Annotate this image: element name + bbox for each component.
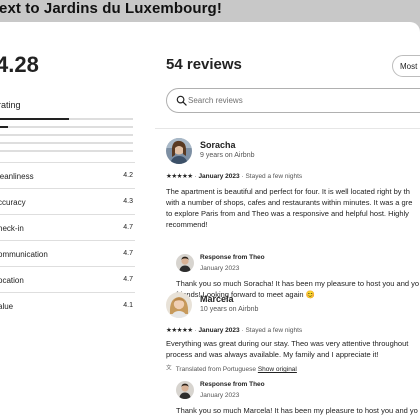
review-meta: ★★★★★ · January 2023 · Stayed a few nigh… (166, 326, 302, 334)
star-rating-icon: ★★★★★ (166, 173, 193, 180)
rating-bar-1 (0, 150, 133, 152)
meta-separator: · (241, 173, 244, 180)
meta-separator: · (194, 173, 197, 180)
reviewer-name: Soracha (200, 140, 236, 150)
response-text-line: Thank you so much Soracha! It has been m… (176, 279, 420, 288)
review-text-line: with a number of shops, cafes and restau… (166, 198, 413, 207)
category-location: ocation 4.7 (0, 266, 135, 293)
meta-separator: · (241, 327, 244, 334)
review-text: The apartment is beautiful and perfect f… (166, 186, 420, 230)
rating-bar-fill (0, 118, 70, 120)
sort-dropdown-button[interactable]: Most re (392, 55, 420, 77)
review-text-line: recommend! (166, 220, 208, 229)
search-reviews-input[interactable]: Search reviews (166, 88, 420, 113)
category-accuracy: ccuracy 4.3 (0, 188, 135, 215)
reviewer-name: Marcela (200, 294, 234, 304)
category-label: ommunication (0, 250, 48, 259)
category-label: leanliness (0, 172, 34, 181)
reviews-count-heading: 54 reviews (166, 56, 242, 73)
reviewer-tenure: 10 years on Airbnb (200, 306, 259, 313)
reviewer-tenure: 9 years on Airbnb (200, 152, 255, 159)
rating-bar-2 (0, 142, 133, 144)
review-text: Everything was great during our stay. Th… (166, 338, 420, 360)
stay-length: Stayed a few nights (245, 173, 303, 180)
reviews-modal: 4.28 rating leanliness 4.2 ccuracy 4.3 h… (0, 22, 420, 420)
svg-text:文: 文 (166, 364, 172, 372)
review-date: January 2023 (198, 327, 240, 334)
reviewer-avatar[interactable] (166, 138, 192, 164)
category-check-in: heck-in 4.7 (0, 214, 135, 241)
review-text-line: The apartment is beautiful and perfect f… (166, 187, 410, 196)
header-divider (155, 128, 420, 129)
reviewer-avatar[interactable] (166, 292, 192, 318)
review-date: January 2023 (198, 173, 240, 180)
category-value: alue 4.1 (0, 292, 135, 319)
stay-length: Stayed a few nights (245, 327, 303, 334)
rating-bar-fill (0, 126, 8, 128)
review-meta: ★★★★★ · January 2023 · Stayed a few nigh… (166, 172, 302, 180)
overall-rating-label: rating (0, 100, 21, 110)
response-text-line: Thank you so much Marcela! It has been m… (176, 406, 418, 415)
translate-icon: 文 (166, 364, 172, 372)
star-rating-icon: ★★★★★ (166, 327, 193, 334)
category-value: 4.7 (123, 276, 133, 283)
review-text-line: Everything was great during our stay. Th… (166, 339, 409, 348)
category-label: ocation (0, 276, 24, 285)
rating-bar-4 (0, 126, 133, 128)
category-label: heck-in (0, 224, 24, 233)
review-text-line: process and was always available. My fam… (166, 350, 379, 359)
review-item: Marcela 10 years on Airbnb ★★★★★ · Janua… (166, 292, 420, 420)
category-communication: ommunication 4.7 (0, 240, 135, 267)
category-value: 4.1 (123, 302, 133, 309)
category-label: ccuracy (0, 198, 26, 207)
search-placeholder: Search reviews (188, 96, 243, 105)
listing-title: ext to Jardins du Luxembourg! (0, 0, 222, 17)
response-date: January 2023 (200, 265, 240, 272)
show-original-link[interactable]: Show original (258, 366, 297, 373)
category-cleanliness: leanliness 4.2 (0, 162, 135, 189)
translation-note: 文 Translated from Portuguese Show origin… (166, 364, 297, 373)
host-avatar[interactable] (176, 254, 194, 272)
response-date: January 2023 (200, 392, 240, 399)
review-text-line: to explore Paris from and Theo was a res… (166, 209, 409, 218)
host-avatar[interactable] (176, 381, 194, 399)
response-title: Response from Theo (200, 254, 265, 261)
category-value: 4.7 (123, 224, 133, 231)
response-text: Thank you so much Marcela! It has been m… (176, 405, 418, 416)
translated-from-label: Translated from Portuguese (175, 366, 257, 373)
response-title: Response from Theo (200, 381, 265, 388)
category-value: 4.2 (123, 172, 133, 179)
category-value: 4.7 (123, 250, 133, 257)
meta-separator: · (194, 327, 197, 334)
category-value: 4.3 (123, 198, 133, 205)
category-label: alue (0, 302, 14, 311)
host-response: Response from Theo January 2023 Thank yo… (176, 381, 420, 420)
listing-title-bar: ext to Jardins du Luxembourg! (0, 0, 420, 22)
search-icon (176, 95, 187, 106)
rating-bar-3 (0, 134, 133, 136)
rating-bar-5 (0, 118, 133, 120)
overall-rating: 4.28 (0, 52, 39, 77)
review-item: Soracha 9 years on Airbnb ★★★★★ · Januar… (166, 138, 420, 299)
